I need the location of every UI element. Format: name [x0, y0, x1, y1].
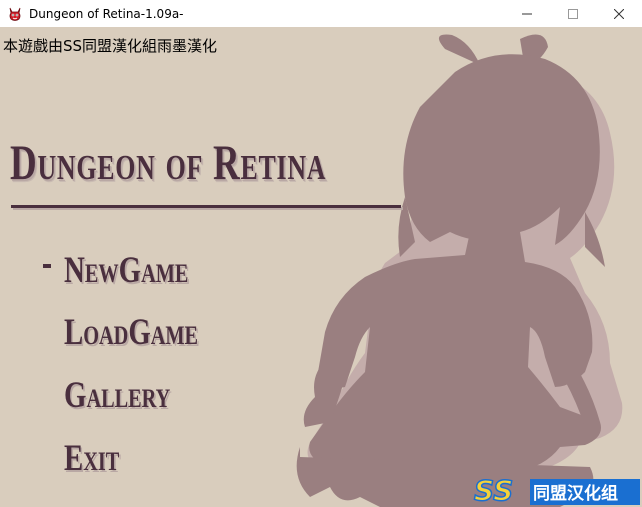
minimize-button[interactable] [504, 0, 550, 27]
svg-text:SS: SS [474, 475, 513, 507]
ss-alliance-watermark-logo: SS 同盟汉化组 [473, 475, 640, 507]
close-button[interactable] [596, 0, 642, 27]
game-screen[interactable]: 本遊戲由SS同盟漢化組雨墨漢化 Dungeon of Retina NewGam… [0, 27, 642, 507]
game-title: Dungeon of Retina [10, 134, 327, 190]
menu-item-gallery[interactable]: Gallery [64, 377, 170, 414]
title-underline [11, 205, 401, 208]
close-icon [614, 8, 624, 19]
translation-credit-text: 本遊戲由SS同盟漢化組雨墨漢化 [3, 37, 218, 55]
menu-item-load-game[interactable]: LoadGame [64, 314, 198, 351]
red-demon-face-icon [9, 7, 21, 21]
menu-item-exit[interactable]: Exit [64, 440, 119, 477]
window-title: Dungeon of Retina-1.09a- [29, 6, 184, 21]
menu-item-new-game[interactable]: NewGame [64, 252, 188, 289]
title-bar[interactable]: Dungeon of Retina-1.09a- [0, 0, 642, 27]
maximize-button[interactable] [550, 0, 596, 27]
maximize-icon [568, 8, 578, 19]
game-window: Dungeon of Retina-1.09a- 本遊戲由SS同盟漢化組雨墨漢化… [0, 0, 642, 507]
minimize-icon [522, 13, 532, 14]
menu-selection-cursor [43, 264, 51, 268]
svg-text:同盟汉化组: 同盟汉化组 [533, 483, 618, 504]
app-icon[interactable] [7, 6, 23, 22]
